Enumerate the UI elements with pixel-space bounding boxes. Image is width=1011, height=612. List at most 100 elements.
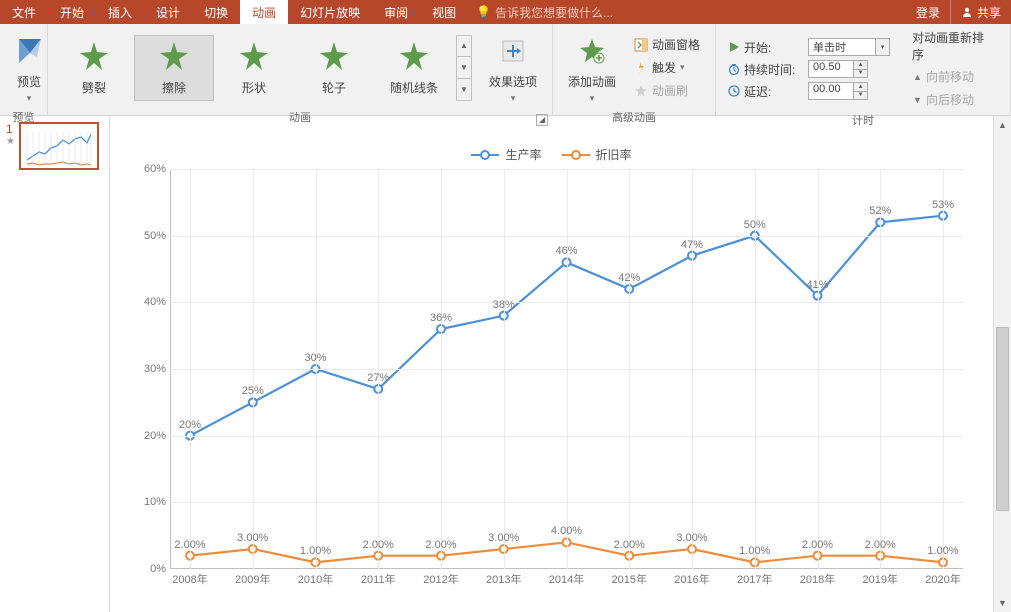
scroll-track[interactable] xyxy=(994,134,1011,594)
add-animation-label: 添加动画 xyxy=(568,75,616,89)
start-select[interactable]: 单击时 ▾ xyxy=(808,38,890,56)
tab-animations[interactable]: 动画 xyxy=(240,0,288,24)
gallery-more-icon[interactable]: ▼ xyxy=(457,79,471,100)
data-label: 3.00% xyxy=(676,532,707,544)
chevron-down-icon: ▾ xyxy=(511,93,516,103)
legend-item: 折旧率 xyxy=(562,146,632,163)
x-category: 2017年 xyxy=(737,571,772,587)
trigger-button[interactable]: 触发 ▾ xyxy=(629,57,705,78)
add-animation-icon xyxy=(578,31,606,71)
animation-pane-button[interactable]: 动画窗格 xyxy=(629,34,705,55)
chart[interactable]: 生产率折旧率 0%10%20%30%40%50%60%2008年2009年201… xyxy=(130,146,973,602)
slide-panel: 1 ★ xyxy=(0,116,110,612)
x-category: 2012年 xyxy=(423,571,458,587)
duration-label: 持续时间: xyxy=(744,61,804,78)
animation-indicator-icon: ★ xyxy=(6,136,15,147)
animation-pane-label: 动画窗格 xyxy=(652,36,700,53)
tell-me-placeholder: 告诉我您想要做什么... xyxy=(495,4,613,21)
x-category: 2020年 xyxy=(925,571,960,587)
vertical-scrollbar[interactable]: ▲ ▼ xyxy=(993,116,1011,612)
star-icon xyxy=(238,40,270,75)
star-icon xyxy=(78,40,110,75)
scroll-up-button[interactable]: ▲ xyxy=(994,116,1011,134)
play-icon xyxy=(728,41,740,53)
duration-value: 00.50 xyxy=(813,61,841,73)
add-animation-button[interactable]: 添加动画▾ xyxy=(559,28,625,107)
data-label: 2.00% xyxy=(425,539,456,551)
move-later-button: ▼向后移动 xyxy=(908,89,1000,110)
tab-transitions[interactable]: 切换 xyxy=(192,0,240,24)
move-earlier-label: 向前移动 xyxy=(926,68,974,85)
tab-slideshow[interactable]: 幻灯片放映 xyxy=(288,0,372,24)
spin-up-icon[interactable]: ▲ xyxy=(854,83,867,92)
gallery-scroll[interactable]: ▲▼▼ xyxy=(456,35,472,101)
x-category: 2015年 xyxy=(612,571,647,587)
chart-plot: 0%10%20%30%40%50%60%2008年2009年2010年2011年… xyxy=(170,169,963,569)
trigger-icon xyxy=(634,61,648,75)
trigger-label: 触发 xyxy=(652,59,676,76)
spin-down-icon[interactable]: ▼ xyxy=(854,92,867,100)
tell-me-search[interactable]: 💡 告诉我您想要做什么... xyxy=(468,0,906,24)
chevron-down-icon[interactable]: ▾ xyxy=(875,39,889,55)
data-label: 50% xyxy=(744,219,766,231)
move-earlier-button: ▲ 向前移动 xyxy=(908,66,1000,87)
y-tick: 40% xyxy=(130,296,166,308)
spin-down-icon[interactable]: ▼ xyxy=(854,70,867,78)
effect-split[interactable]: 劈裂 xyxy=(54,35,134,101)
gallery-down-icon[interactable]: ▼ xyxy=(457,57,471,79)
arrow-down-icon: ▼ xyxy=(913,95,922,105)
tab-review[interactable]: 审阅 xyxy=(372,0,420,24)
effect-wheel[interactable]: 轮子 xyxy=(294,35,374,101)
effect-randombars[interactable]: 随机线条 xyxy=(374,35,454,101)
x-category: 2009年 xyxy=(235,571,270,587)
legend-marker-icon xyxy=(471,150,499,160)
effect-label: 劈裂 xyxy=(82,79,106,96)
tab-home[interactable]: 开始 xyxy=(48,0,96,24)
delay-input[interactable]: 00.00 ▲▼ xyxy=(808,82,868,100)
data-label: 42% xyxy=(618,272,640,284)
tab-design[interactable]: 设计 xyxy=(144,0,192,24)
scroll-thumb[interactable] xyxy=(996,327,1009,511)
data-label: 2.00% xyxy=(174,539,205,551)
effect-options-button[interactable]: 效果选项▾ xyxy=(480,28,546,107)
effect-label: 形状 xyxy=(242,79,266,96)
login-button[interactable]: 登录 xyxy=(906,0,950,24)
x-category: 2018年 xyxy=(800,571,835,587)
spin-up-icon[interactable]: ▲ xyxy=(854,61,867,70)
legend-label: 折旧率 xyxy=(596,146,632,163)
data-label: 2.00% xyxy=(802,539,833,551)
effect-label: 随机线条 xyxy=(390,79,438,96)
x-category: 2016年 xyxy=(674,571,709,587)
ribbon: 预览▾ 预览 劈裂擦除形状轮子随机线条▲▼▼ 效果选项▾ 动画◢ 添加动画▾ xyxy=(0,24,1011,116)
data-label: 2.00% xyxy=(865,539,896,551)
star-icon xyxy=(318,40,350,75)
tab-file[interactable]: 文件 xyxy=(0,0,48,24)
tab-view[interactable]: 视图 xyxy=(420,0,468,24)
effect-label: 轮子 xyxy=(322,79,346,96)
effect-wipe[interactable]: 擦除 xyxy=(134,35,214,101)
group-advanced-animation: 添加动画▾ 动画窗格 触发 ▾ 动画刷 高级动画 xyxy=(553,24,716,115)
lightbulb-icon: 💡 xyxy=(476,5,491,19)
reorder-title: 对动画重新排序 xyxy=(908,28,1000,64)
x-category: 2008年 xyxy=(172,571,207,587)
group-preview: 预览▾ 预览 xyxy=(0,24,48,115)
data-label: 47% xyxy=(681,239,703,251)
tab-insert[interactable]: 插入 xyxy=(96,0,144,24)
preview-button[interactable]: 预览▾ xyxy=(6,28,52,107)
arrow-up-icon: ▲ xyxy=(913,72,922,82)
data-label: 53% xyxy=(932,199,954,211)
share-label: 共享 xyxy=(977,4,1001,21)
slide-thumbnail[interactable] xyxy=(19,122,99,170)
data-label: 46% xyxy=(555,246,577,258)
slide-editor[interactable]: 生产率折旧率 0%10%20%30%40%50%60%2008年2009年201… xyxy=(110,116,993,612)
share-button[interactable]: 共享 xyxy=(950,0,1011,24)
data-label: 52% xyxy=(869,206,891,218)
chevron-down-icon: ▾ xyxy=(27,93,32,103)
data-label: 1.00% xyxy=(739,546,770,558)
gallery-up-icon[interactable]: ▲ xyxy=(457,36,471,58)
workspace: 1 ★ 生产率折旧率 0%10%20%30%40%50%60%2008年2009… xyxy=(0,116,1011,612)
duration-input[interactable]: 00.50 ▲▼ xyxy=(808,60,868,78)
animation-gallery: 劈裂擦除形状轮子随机线条▲▼▼ xyxy=(54,35,472,101)
effect-shape[interactable]: 形状 xyxy=(214,35,294,101)
scroll-down-button[interactable]: ▼ xyxy=(994,594,1011,612)
